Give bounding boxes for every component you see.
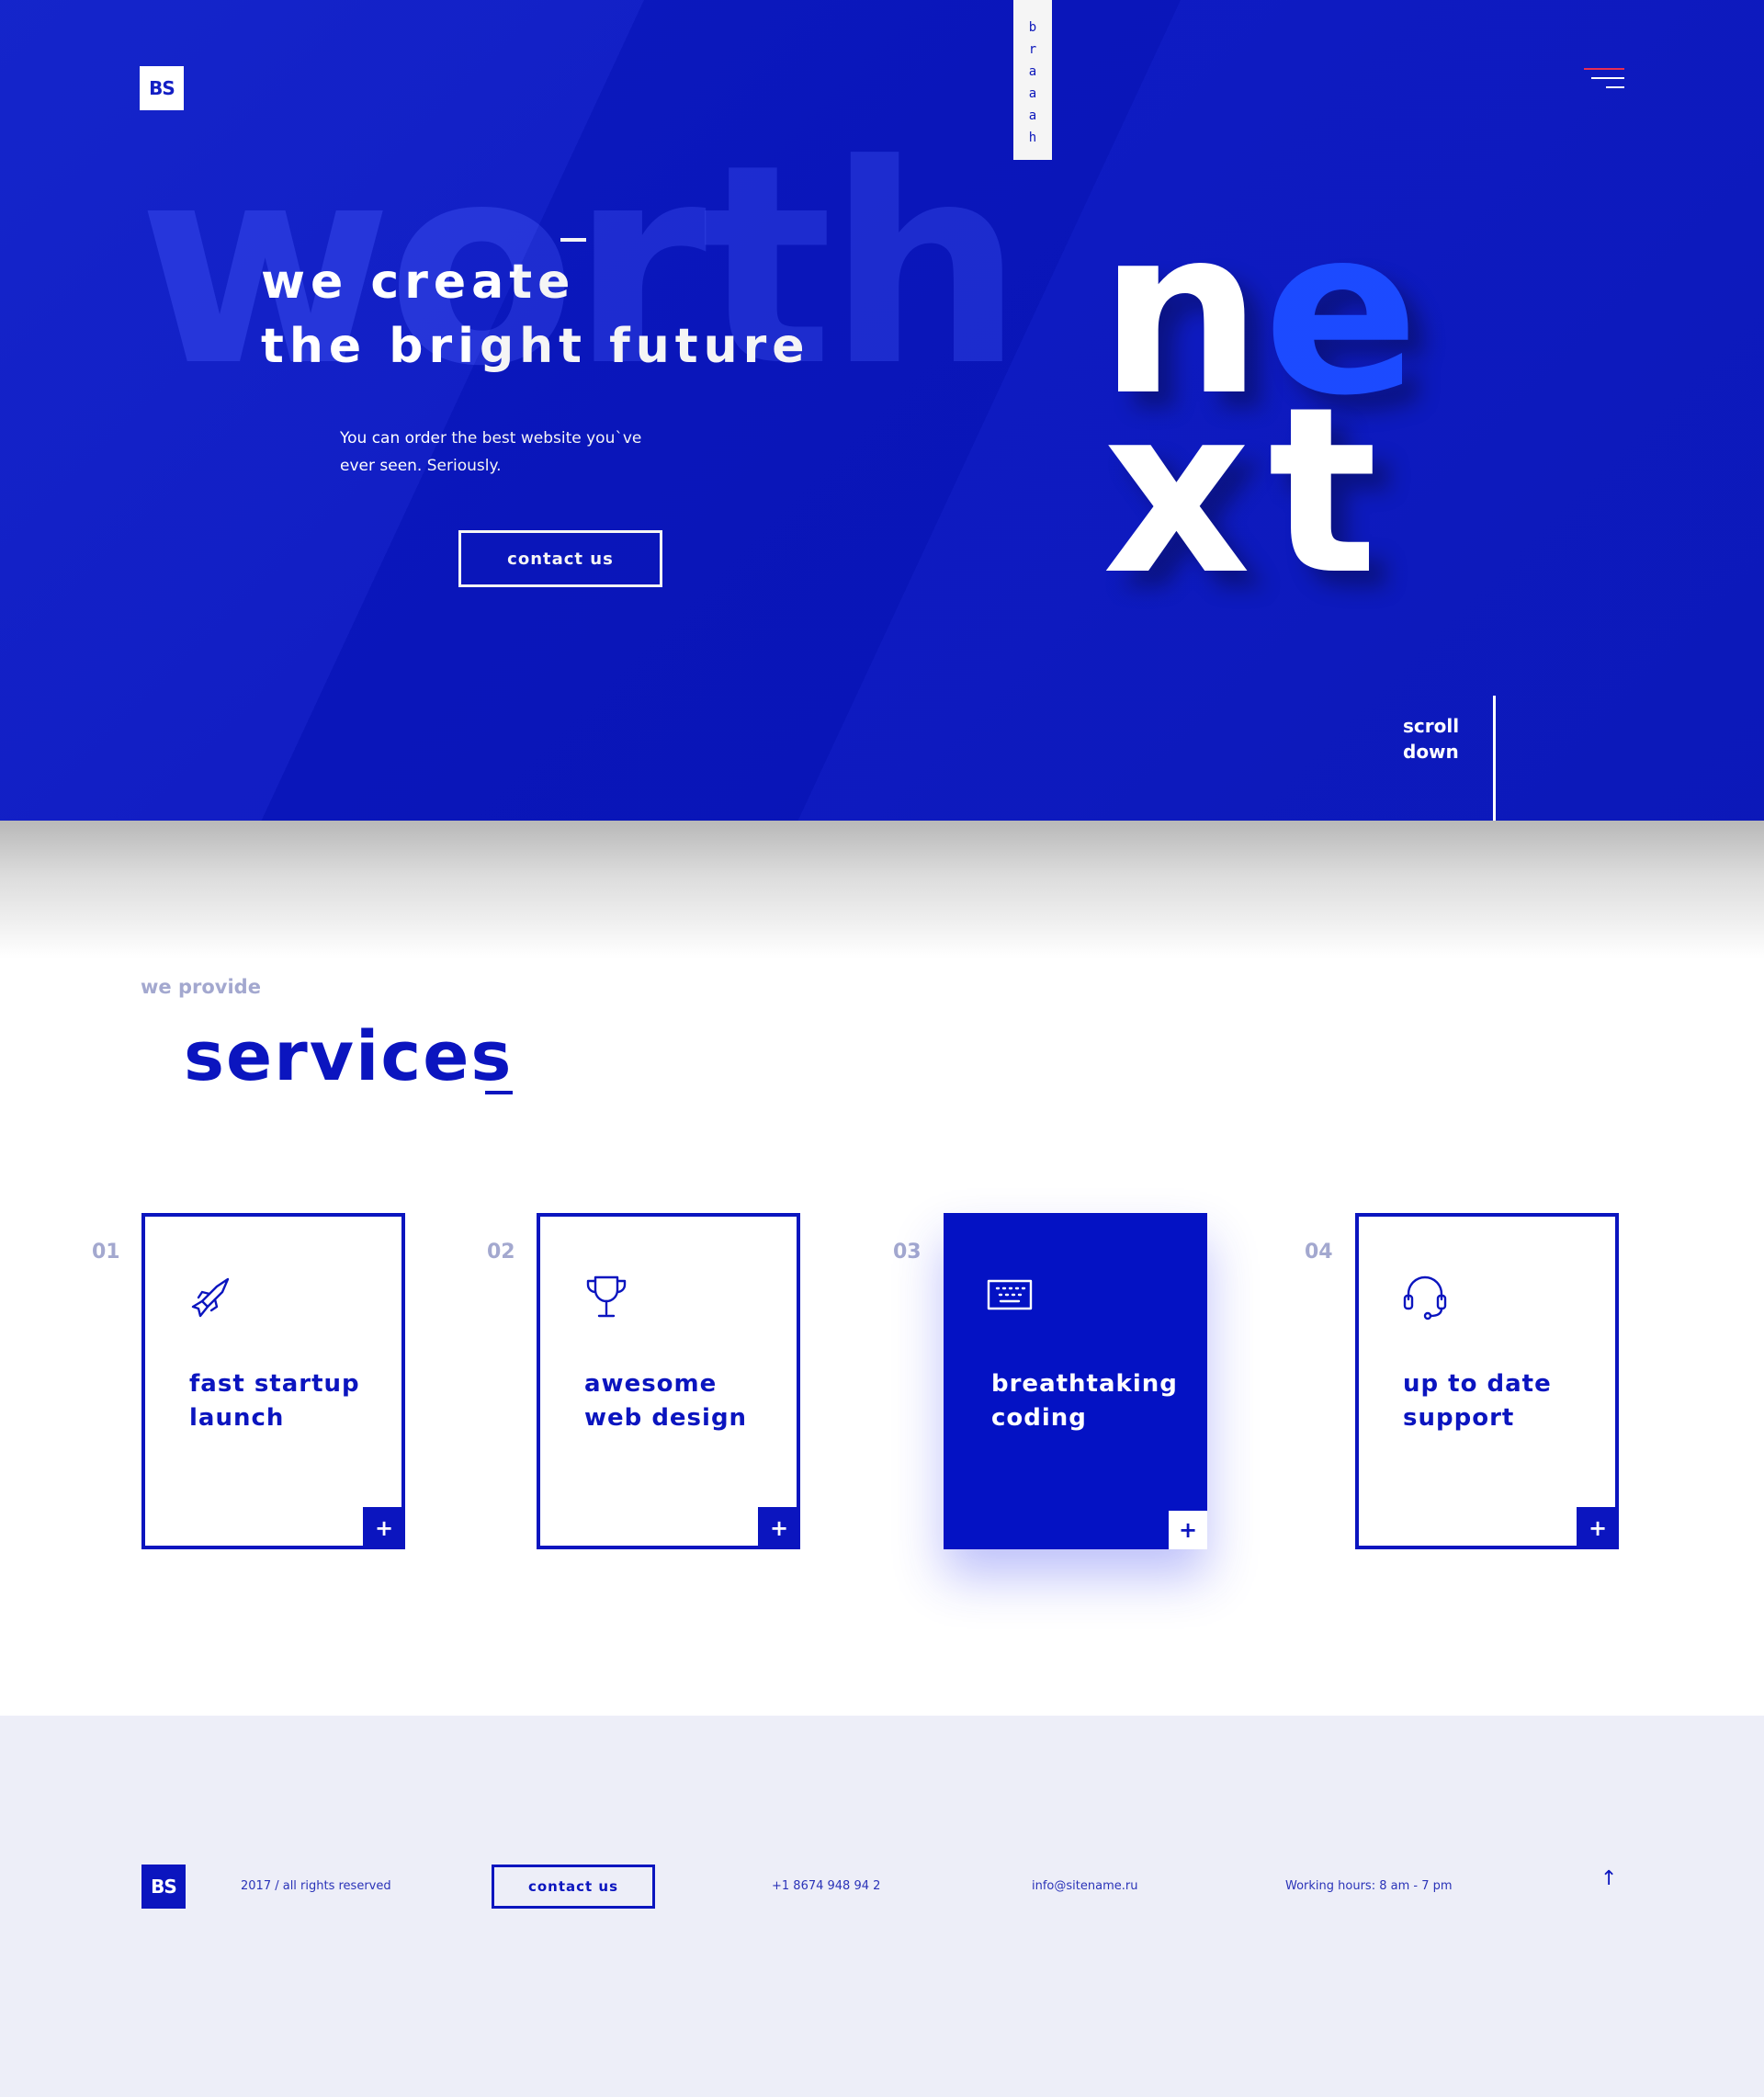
service-card-coding[interactable]: breathtaking coding + (944, 1213, 1207, 1549)
back-to-top-arrow-icon[interactable]: ↑ (1600, 1867, 1617, 1890)
hero-title: we create the bright future (261, 250, 810, 379)
brand-letter: a (1028, 108, 1037, 123)
brand-letter: h (1028, 130, 1037, 145)
footer-contact-button[interactable]: contact us (492, 1865, 655, 1909)
footer-hours: Working hours: 8 am - 7 pm (1285, 1879, 1453, 1893)
footer (0, 1716, 1764, 2097)
headset-icon (1401, 1274, 1449, 1321)
hero-subtitle: You can order the best website you`ve ev… (340, 429, 642, 475)
card-number: 02 (487, 1241, 515, 1264)
hero-shadow-band (0, 821, 1764, 958)
services-title: services (184, 1017, 514, 1096)
site-logo[interactable]: BS (140, 66, 184, 110)
service-card-title: fast startup launch (189, 1370, 360, 1432)
expand-plus-button[interactable]: + (1577, 1507, 1619, 1549)
services-kicker: we provide (141, 976, 261, 998)
expand-plus-button[interactable]: + (758, 1507, 800, 1549)
expand-plus-button[interactable]: + (363, 1507, 405, 1549)
keyboard-icon (986, 1270, 1034, 1318)
footer-email[interactable]: info@sitename.ru (1032, 1879, 1137, 1893)
hero-title-line2: the bright future (261, 319, 810, 374)
card-number: 04 (1305, 1241, 1333, 1264)
big-letter-t: t (1268, 357, 1378, 625)
service-card-title: breathtaking coding (991, 1370, 1178, 1432)
footer-copyright: 2017 / all rights reserved (241, 1879, 391, 1893)
rocket-icon (187, 1274, 235, 1321)
title-dash-decoration (560, 238, 586, 242)
brand-letter: b (1028, 20, 1037, 35)
brand-letter: a (1028, 86, 1037, 101)
service-card-startup[interactable]: fast startup launch + (141, 1213, 405, 1549)
trophy-icon (582, 1274, 630, 1321)
services-title-dash (485, 1091, 513, 1094)
footer-phone[interactable]: +1 8674 948 94 2 (772, 1879, 880, 1893)
service-card-support[interactable]: up to date support + (1355, 1213, 1619, 1549)
hero-contact-button[interactable]: contact us (458, 530, 662, 587)
service-card-design[interactable]: awesome web design + (537, 1213, 800, 1549)
scroll-label-line2: down (1403, 741, 1459, 763)
brand-letter: a (1028, 64, 1037, 79)
service-card-title: up to date support (1403, 1370, 1552, 1432)
footer-logo[interactable]: BS (141, 1865, 186, 1909)
hero-section: worth BS b r a a a h we create the brigh… (0, 0, 1764, 821)
scroll-indicator-line (1493, 696, 1496, 821)
service-card-title: awesome web design (584, 1370, 748, 1432)
card-number: 03 (893, 1241, 922, 1264)
card-number: 01 (92, 1241, 120, 1264)
expand-plus-button[interactable]: + (1169, 1511, 1207, 1549)
brand-letter: r (1028, 42, 1037, 57)
scroll-label-line1: scroll (1403, 715, 1460, 737)
hamburger-menu-icon[interactable] (1584, 68, 1624, 92)
scroll-down-link[interactable]: scroll down (1403, 713, 1459, 765)
big-letter-x: x (1102, 357, 1251, 625)
hero-title-line1: we create (261, 255, 576, 310)
brand-vertical-tab[interactable]: b r a a a h (1013, 0, 1052, 160)
